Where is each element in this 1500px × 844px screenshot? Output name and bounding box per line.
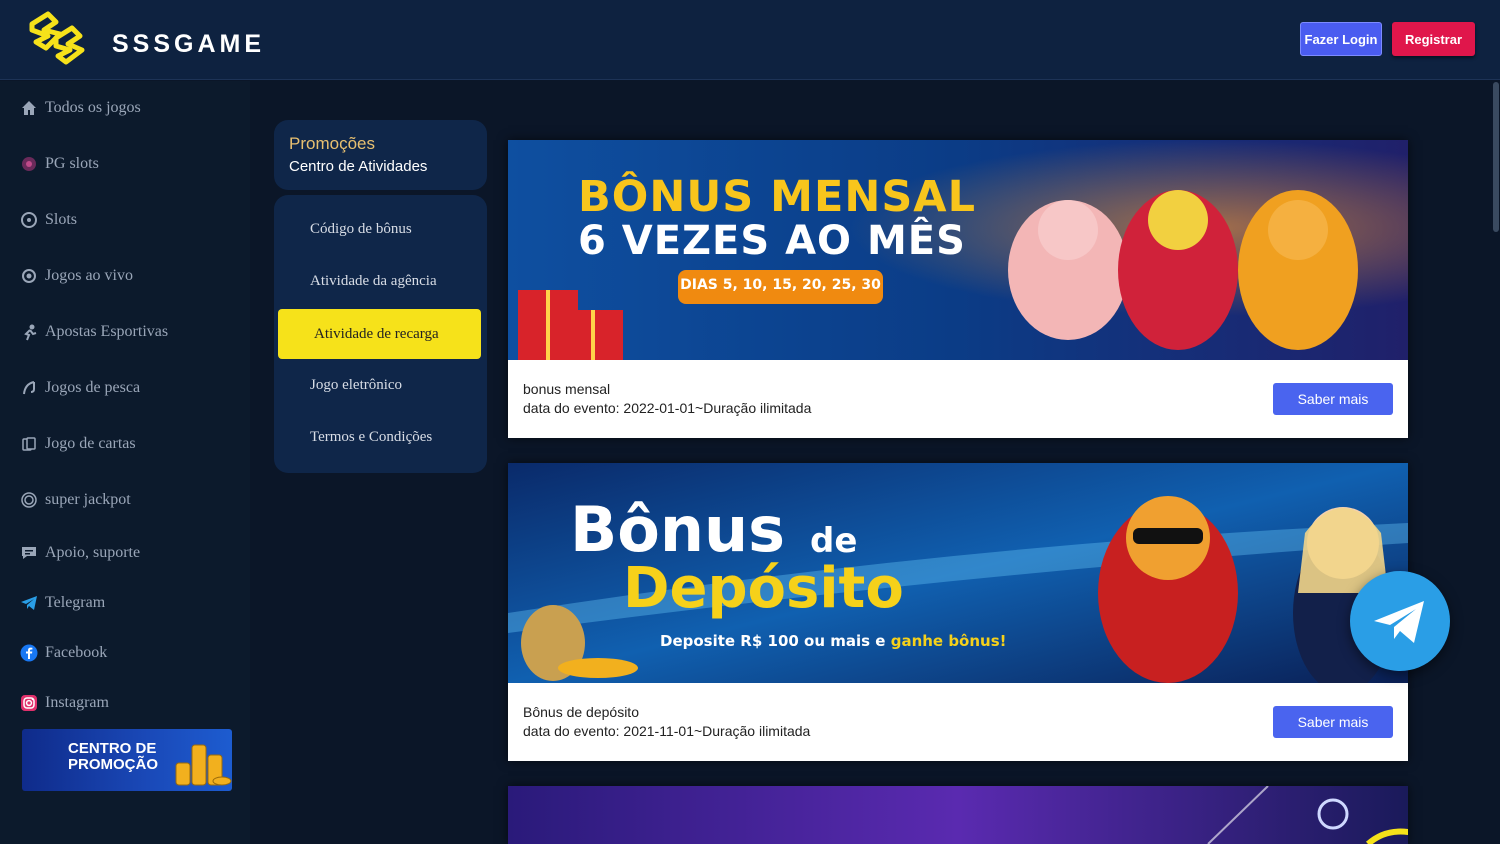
floating-telegram-button[interactable] (1350, 571, 1450, 671)
sidebar-item-label: Apostas Esportivas (45, 323, 169, 340)
sidebar-item-label: Telegram (45, 594, 106, 611)
deposit-banner-headline: Bônus (570, 493, 786, 566)
sidebar-item-label: PG slots (45, 155, 99, 172)
promo-card-date: data do evento: 2021-11-01~Duração ilimi… (523, 723, 811, 739)
sidebar-item-support[interactable]: Apoio, suporte (20, 540, 140, 566)
instagram-icon (20, 694, 38, 712)
promo-menu-list: Código de bônus Atividade da agência Ati… (274, 195, 487, 473)
promo-menu-item-terms[interactable]: Termos e Condições (274, 412, 487, 462)
sidebar-item-label: Apoio, suporte (45, 544, 141, 561)
learn-more-button[interactable]: Saber mais (1273, 383, 1393, 415)
deposit-banner-de: de (810, 521, 858, 561)
promo-center-banner[interactable]: CENTRO DE PROMOÇÃO (22, 729, 232, 791)
promo-card-date: data do evento: 2022-01-01~Duração ilimi… (523, 400, 812, 416)
deposit-tagline-b: ganhe bônus! (890, 632, 1007, 650)
promo-menu-item-electronic-game[interactable]: Jogo eletrônico (274, 360, 487, 410)
scrollbar-thumb[interactable] (1493, 82, 1499, 232)
promo-card-third[interactable] (508, 785, 1419, 844)
promo-menu-item-bonus-code[interactable]: Código de bônus (274, 204, 487, 254)
promo-card-monthly: BÔNUS MENSAL 6 VEZES AO MÊS DIAS 5, 10, … (508, 140, 1408, 438)
deposit-banner-tagline: Deposite R$ 100 ou mais e ganhe bônus! (660, 632, 1006, 650)
page-scrollbar[interactable] (1492, 80, 1500, 844)
monthly-banner-days: DIAS 5, 10, 15, 20, 25, 30 (680, 277, 881, 293)
promo-banner-monthly[interactable]: BÔNUS MENSAL 6 VEZES AO MÊS DIAS 5, 10, … (508, 140, 1408, 360)
third-promo-artwork (1207, 785, 1419, 844)
sidebar-item-label: Slots (45, 211, 78, 228)
promo-banner-line2: PROMOÇÃO (68, 756, 158, 773)
promo-card-title: bonus mensal (523, 381, 611, 397)
sidebar-item-sports[interactable]: Apostas Esportivas (20, 319, 168, 345)
sidebar-item-label: Todos os jogos (45, 99, 141, 116)
promo-card-title: Bônus de depósito (523, 704, 639, 720)
sidebar-item-all-games[interactable]: Todos os jogos (20, 95, 141, 121)
sports-icon (20, 323, 38, 341)
sidebar-item-cards[interactable]: Jogo de cartas (20, 431, 136, 457)
promo-banner-line1: CENTRO DE (68, 740, 157, 757)
login-button[interactable]: Fazer Login (1300, 22, 1382, 56)
logo-text: SSSGAME (112, 30, 266, 58)
sidebar-item-telegram[interactable]: Telegram (20, 590, 105, 616)
telegram-icon (20, 594, 38, 612)
sidebar-item-label: Jogos ao vivo (45, 267, 133, 284)
support-icon (20, 544, 38, 562)
sidebar-item-label: Instagram (45, 694, 109, 711)
sidebar-item-jackpot[interactable]: super jackpot (20, 487, 131, 513)
sidebar-item-fishing[interactable]: Jogos de pesca (20, 375, 140, 401)
gold-coins-icon (175, 744, 232, 786)
promo-menu-header: Promoções Centro de Atividades (274, 120, 487, 190)
sidebar: Todos os jogos PG slots Slots Jogos ao v… (0, 81, 250, 844)
register-button[interactable]: Registrar (1392, 22, 1475, 56)
facebook-icon (20, 644, 38, 662)
sidebar-item-label: super jackpot (45, 491, 131, 508)
promo-menu-item-recharge[interactable]: Atividade de recarga (278, 309, 481, 359)
sidebar-item-instagram[interactable]: Instagram (20, 690, 109, 716)
sidebar-item-live-games[interactable]: Jogos ao vivo (20, 263, 133, 289)
fish-icon (20, 379, 38, 397)
promo-menu-item-agency[interactable]: Atividade da agência (274, 256, 487, 306)
cards-icon (20, 435, 38, 453)
sidebar-item-slots[interactable]: Slots (20, 207, 77, 233)
learn-more-button[interactable]: Saber mais (1273, 706, 1393, 738)
slots-icon (20, 211, 38, 229)
site-logo[interactable]: SSSGAME (26, 8, 261, 66)
jackpot-icon (20, 491, 38, 509)
promo-banner-deposit[interactable]: Bônus de Depósito Deposite R$ 100 ou mai… (508, 463, 1408, 683)
top-header: SSSGAME Fazer Login Registrar (0, 0, 1500, 80)
sidebar-item-pg-slots[interactable]: PG slots (20, 151, 99, 177)
monthly-banner-headline: BÔNUS MENSAL (578, 172, 976, 222)
deposit-banner-subheadline: Depósito (623, 556, 904, 621)
monthly-banner-subheadline: 6 VEZES AO MÊS (578, 218, 966, 264)
home-icon (20, 99, 38, 117)
pg-icon (20, 155, 38, 173)
logo-mark-icon (29, 11, 85, 65)
deposit-tagline-a: Deposite R$ 100 ou mais e (660, 632, 886, 650)
live-icon (20, 267, 38, 285)
promo-menu-title: Promoções (289, 134, 375, 153)
sidebar-item-facebook[interactable]: Facebook (20, 640, 107, 666)
sidebar-item-label: Facebook (45, 644, 108, 661)
promo-menu-subtitle: Centro de Atividades (289, 158, 428, 175)
sidebar-item-label: Jogos de pesca (45, 379, 141, 396)
promo-card-deposit: Bônus de Depósito Deposite R$ 100 ou mai… (508, 463, 1408, 761)
sidebar-item-label: Jogo de cartas (45, 435, 136, 452)
telegram-icon (1374, 601, 1424, 643)
